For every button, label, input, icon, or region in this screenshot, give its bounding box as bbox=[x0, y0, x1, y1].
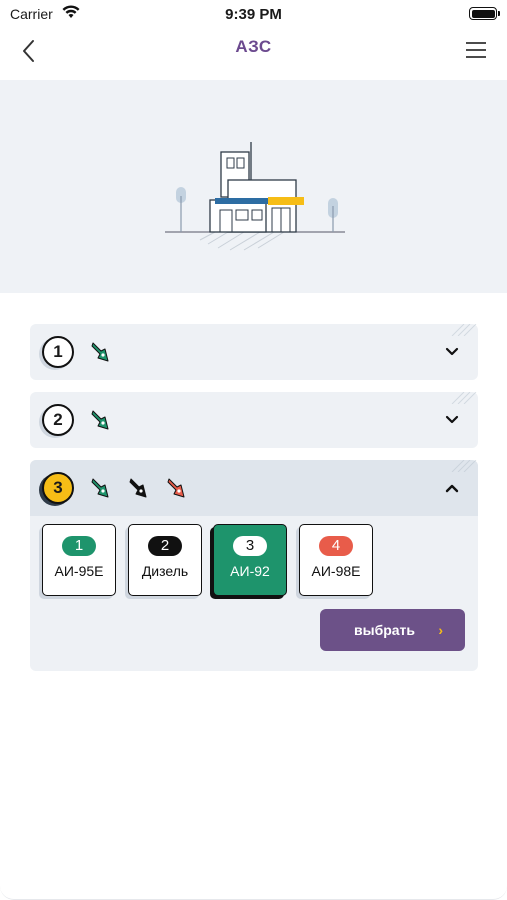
chevron-right-icon: › bbox=[438, 622, 443, 638]
fuel-name: АИ-98Е bbox=[311, 563, 361, 579]
choose-button[interactable]: выбрать › bbox=[320, 609, 465, 651]
pump-header-2[interactable]: 2 bbox=[30, 392, 478, 448]
fuel-nozzle-icon bbox=[91, 410, 109, 430]
hatch-decoration bbox=[451, 460, 477, 472]
screen-bottom-edge bbox=[0, 886, 507, 900]
fuel-badge: 3 bbox=[233, 536, 267, 556]
hatch-decoration bbox=[451, 392, 477, 404]
nav-bar: АЗС bbox=[0, 28, 507, 80]
pump-card-3: 3 1 АИ-95Е 2 Дизель 3 АИ-92 4 АИ-98Е выб… bbox=[30, 460, 478, 671]
chevron-up-icon[interactable] bbox=[444, 480, 460, 496]
pump-number: 3 bbox=[42, 472, 74, 504]
hatch-decoration bbox=[451, 324, 477, 336]
chevron-down-icon[interactable] bbox=[444, 412, 460, 428]
page-title: АЗС bbox=[235, 37, 272, 56]
pump-card-1: 1 bbox=[30, 324, 478, 380]
chevron-down-icon[interactable] bbox=[444, 344, 460, 360]
status-bar: Carrier 9:39 PM bbox=[0, 0, 507, 28]
pump-header-3[interactable]: 3 bbox=[30, 460, 478, 516]
fuel-name: АИ-95Е bbox=[54, 563, 104, 579]
fuel-option-ai95e[interactable]: 1 АИ-95Е bbox=[42, 524, 116, 596]
fuel-option-ai98e[interactable]: 4 АИ-98Е bbox=[299, 524, 373, 596]
menu-button[interactable] bbox=[463, 37, 489, 63]
fuel-option-ai92[interactable]: 3 АИ-92 bbox=[213, 524, 287, 596]
pump-header-1[interactable]: 1 bbox=[30, 324, 478, 380]
fuel-badge: 4 bbox=[319, 536, 353, 556]
fuel-options: 1 АИ-95Е 2 Дизель 3 АИ-92 4 АИ-98Е выбра… bbox=[30, 516, 478, 671]
fuel-nozzle-icon bbox=[91, 478, 109, 498]
fuel-nozzle-icon bbox=[129, 478, 147, 498]
station-illustration-banner bbox=[0, 80, 507, 293]
fuel-option-diesel[interactable]: 2 Дизель bbox=[128, 524, 202, 596]
gas-station-illustration bbox=[165, 142, 345, 251]
pump-card-2: 2 bbox=[30, 392, 478, 448]
fuel-badge: 2 bbox=[148, 536, 182, 556]
pump-number: 2 bbox=[42, 404, 74, 436]
pump-number: 1 bbox=[42, 336, 74, 368]
choose-button-label: выбрать bbox=[354, 622, 416, 638]
fuel-name: Дизель bbox=[141, 563, 189, 579]
battery-icon bbox=[469, 7, 500, 20]
fuel-name: АИ-92 bbox=[230, 563, 270, 579]
fuel-nozzle-icon bbox=[167, 478, 185, 498]
fuel-nozzle-icon bbox=[91, 342, 109, 362]
clock: 9:39 PM bbox=[225, 6, 282, 23]
fuel-badge: 1 bbox=[62, 536, 96, 556]
